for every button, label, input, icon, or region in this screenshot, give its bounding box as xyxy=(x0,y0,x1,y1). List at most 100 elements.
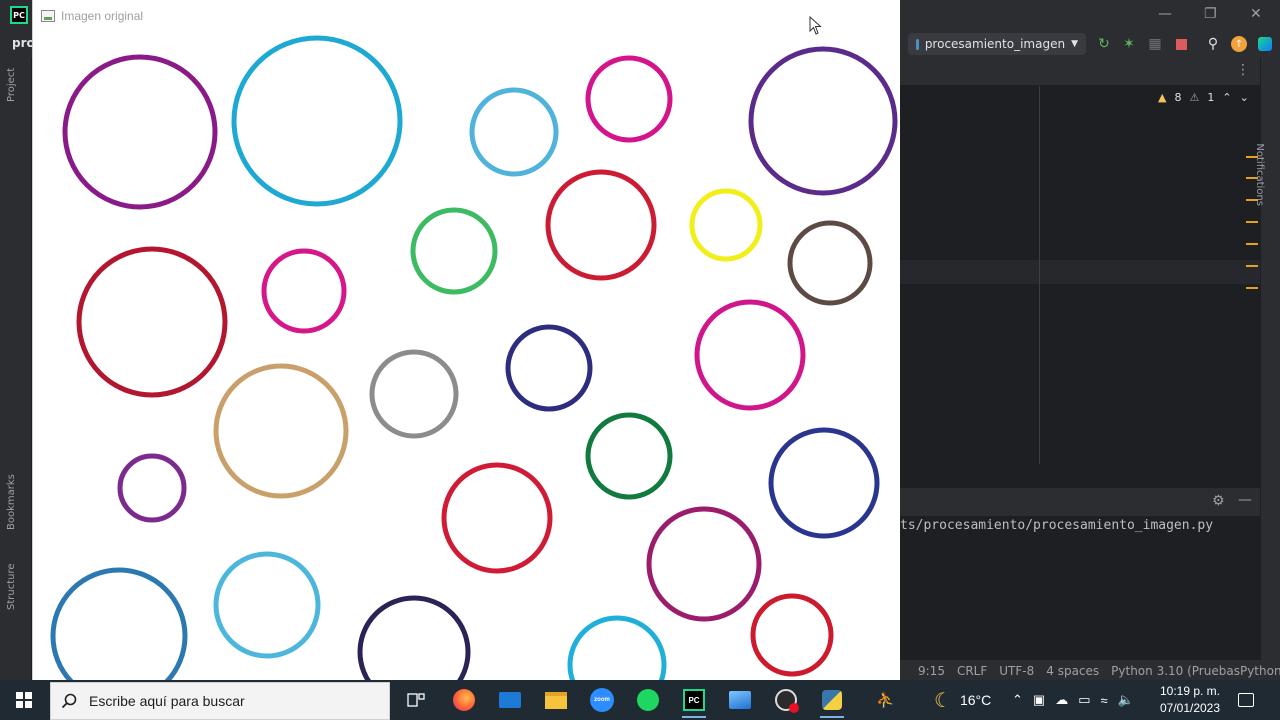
python-interpreter[interactable]: Python 3.10 (PruebasPython) xyxy=(1111,664,1280,678)
warning-stripe[interactable] xyxy=(1246,243,1258,245)
pycharm-taskbar-icon[interactable]: PC xyxy=(678,684,710,718)
image-window-title-bar[interactable]: Imagen original xyxy=(33,0,901,32)
wifi-icon[interactable]: ≈ xyxy=(1101,693,1108,708)
clock-date: 07/01/2023 xyxy=(1159,701,1221,715)
taskbar-search-box[interactable]: Escribe aquí para buscar xyxy=(50,682,390,720)
circle-shape xyxy=(231,35,403,207)
show-hidden-icons-icon[interactable]: ⌃ xyxy=(1012,692,1023,708)
editor-tab-bar: ⋮ xyxy=(900,58,1260,86)
jetbrains-icon[interactable] xyxy=(1256,35,1274,53)
search-icon[interactable]: ⚲ xyxy=(1204,35,1222,53)
rerun-icon[interactable]: ↻ xyxy=(1095,35,1113,53)
circle-shape xyxy=(567,615,667,682)
indent-setting[interactable]: 4 spaces xyxy=(1046,664,1099,678)
run-config-selector[interactable]: procesamiento_imagen ▼ xyxy=(908,33,1086,55)
firefox-icon[interactable] xyxy=(448,684,480,716)
circle-shape xyxy=(646,506,762,622)
run-command-path: ts/procesamiento/procesamiento_imagen.py xyxy=(900,518,1214,533)
clock-time: 10:19 p. m. xyxy=(1159,684,1221,698)
circle-shape xyxy=(441,462,553,574)
zoom-icon[interactable]: zoom xyxy=(586,684,618,716)
error-icon: ⚠ xyxy=(1189,91,1200,104)
volume-icon[interactable]: 🔈 xyxy=(1118,692,1134,708)
warning-stripe[interactable] xyxy=(1246,287,1258,289)
settings-gear-icon[interactable]: ⚙ xyxy=(1212,493,1225,509)
next-highlight-icon[interactable]: ⌄ xyxy=(1240,91,1249,104)
windows-logo-icon xyxy=(16,692,32,708)
left-tool-strip: Project Bookmarks Structure xyxy=(0,58,32,680)
meet-now-icon[interactable]: ▣ xyxy=(1033,692,1045,708)
tool-notifications[interactable]: Notifications xyxy=(1254,143,1265,206)
debug-icon[interactable]: ✶ xyxy=(1120,35,1138,53)
circle-shape xyxy=(585,412,673,500)
windows-start-button[interactable] xyxy=(0,680,48,720)
circle-shape xyxy=(469,87,559,177)
photos-icon[interactable] xyxy=(724,684,756,716)
tool-structure[interactable]: Structure xyxy=(6,563,17,610)
circle-shape xyxy=(369,349,459,439)
tool-bookmarks[interactable]: Bookmarks xyxy=(6,474,17,530)
error-count: 1 xyxy=(1207,91,1215,104)
spotify-icon[interactable] xyxy=(632,684,664,716)
circle-shape xyxy=(410,207,498,295)
caret-position[interactable]: 9:15 xyxy=(918,664,945,678)
current-line-highlight xyxy=(900,260,1260,284)
obs-icon[interactable] xyxy=(770,684,802,716)
close-icon[interactable]: ✕ xyxy=(1250,6,1262,22)
circle-shape xyxy=(261,248,347,334)
circle-shape xyxy=(750,593,834,677)
circle-shape xyxy=(50,567,188,682)
circle-shape xyxy=(117,453,187,523)
image-app-icon xyxy=(41,10,55,22)
temperature: 16°C xyxy=(959,692,992,708)
circle-shape xyxy=(76,246,228,398)
line-separator[interactable]: CRLF xyxy=(957,664,987,678)
circle-shape xyxy=(694,299,806,411)
search-placeholder: Escribe aquí para buscar xyxy=(89,693,245,709)
python-icon[interactable] xyxy=(816,684,848,718)
circle-shape xyxy=(545,169,657,281)
run-config-label: procesamiento_imagen xyxy=(924,37,1066,51)
taskbar-clock[interactable]: 10:19 p. m. 07/01/2023 xyxy=(1150,683,1230,717)
task-view-icon[interactable] xyxy=(400,684,432,716)
moon-icon: ☾ xyxy=(934,689,952,712)
circle-shape xyxy=(768,427,880,539)
battery-icon[interactable]: ▭ xyxy=(1078,692,1090,708)
minimize-icon[interactable]: — xyxy=(1158,6,1172,22)
circle-shape xyxy=(62,54,218,210)
onedrive-icon[interactable]: ☁ xyxy=(1055,692,1068,708)
restore-icon[interactable]: ❐ xyxy=(1204,6,1217,22)
circle-shape xyxy=(213,363,349,499)
mouse-cursor-icon xyxy=(809,16,822,35)
file-explorer-icon[interactable] xyxy=(540,684,572,716)
circle-shape xyxy=(505,324,593,412)
mail-icon[interactable] xyxy=(494,684,526,716)
hide-panel-icon[interactable]: — xyxy=(1238,492,1252,508)
weather-widget[interactable]: ☾ 16°C xyxy=(934,680,991,720)
stop-icon[interactable] xyxy=(1172,35,1190,53)
warning-stripe[interactable] xyxy=(1246,221,1258,223)
circle-shape xyxy=(357,595,471,682)
circle-shape xyxy=(748,46,898,196)
chevron-down-icon: ▼ xyxy=(1071,39,1078,49)
ide-status-bar: 9:15 CRLF UTF-8 4 spaces Python 3.10 (Pr… xyxy=(900,660,1280,682)
right-tool-strip: Notifications xyxy=(1254,58,1280,680)
warning-count: 8 xyxy=(1174,91,1182,104)
inspections-widget[interactable]: ▲ 8 ⚠ 1 ⌃ ⌄ xyxy=(1158,91,1249,104)
more-options-icon[interactable]: ⋮ xyxy=(1236,62,1250,78)
notification-center-icon[interactable] xyxy=(1238,680,1254,720)
image-window[interactable]: Imagen original xyxy=(32,0,900,682)
python-config-icon xyxy=(916,38,919,50)
circle-shape xyxy=(213,551,321,659)
coverage-icon[interactable]: ▦ xyxy=(1146,35,1164,53)
pycharm-logo-icon[interactable]: PC xyxy=(10,6,28,24)
people-icon[interactable]: ⛹ xyxy=(876,680,895,720)
circle-shape xyxy=(689,188,763,262)
warning-stripe[interactable] xyxy=(1246,265,1258,267)
warning-icon: ▲ xyxy=(1158,91,1167,104)
tool-project[interactable]: Project xyxy=(6,68,17,102)
prev-highlight-icon[interactable]: ⌃ xyxy=(1222,91,1231,104)
file-encoding[interactable]: UTF-8 xyxy=(999,664,1034,678)
right-margin-guide xyxy=(1039,86,1040,464)
update-icon[interactable]: ↑ xyxy=(1230,35,1248,53)
